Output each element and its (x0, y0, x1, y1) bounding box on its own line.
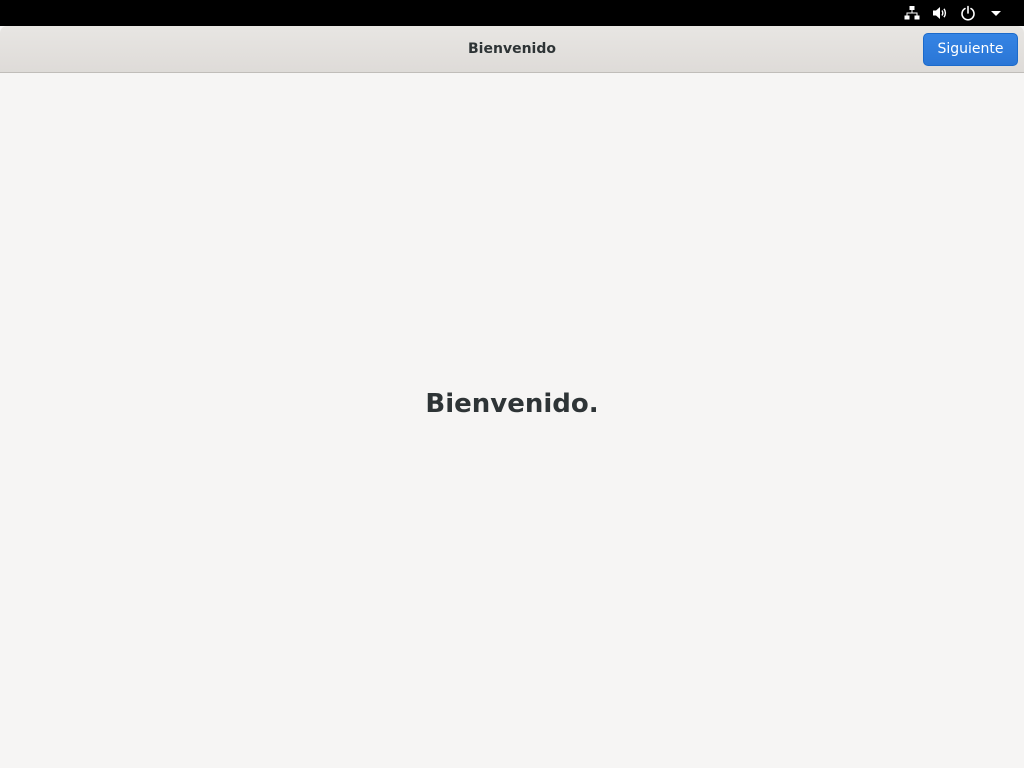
network-wired-icon[interactable] (898, 0, 926, 26)
system-tray[interactable] (898, 0, 1024, 26)
power-icon[interactable] (954, 0, 982, 26)
welcome-heading: Bienvenido. (425, 389, 599, 419)
speaker-volume-icon[interactable] (926, 0, 954, 26)
top-bar (0, 0, 1024, 26)
window-title: Bienvenido (468, 41, 556, 57)
next-button[interactable]: Siguiente (923, 33, 1018, 66)
dropdown-arrow-icon[interactable] (982, 0, 1010, 26)
header-bar: Bienvenido Siguiente (0, 26, 1024, 73)
main-content: Bienvenido. (0, 73, 1024, 768)
